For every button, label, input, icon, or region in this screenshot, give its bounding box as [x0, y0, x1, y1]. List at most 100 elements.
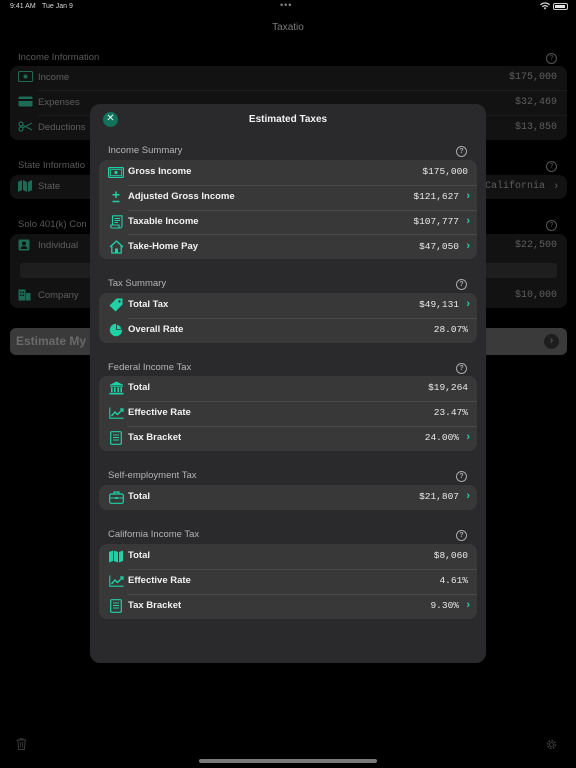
total-tax-label: Total Tax: [128, 299, 169, 310]
gross-income-label: Gross Income: [128, 166, 192, 177]
gross-income-row: Gross Income $175,000: [99, 160, 477, 185]
help-icon[interactable]: ?: [546, 161, 557, 172]
chevron-right-icon: ›: [466, 490, 470, 502]
california-tax-bracket-value: 9.30%: [430, 600, 459, 611]
federal-income-tax-title: Federal Income Tax: [108, 362, 192, 373]
california-income-tax-card: Total $8,060 Effective Rate 4.61% Tax Br…: [99, 544, 477, 619]
take-home-pay-label: Take-Home Pay: [128, 240, 199, 252]
building-icon: [18, 289, 33, 301]
trash-icon[interactable]: [16, 738, 27, 750]
federal-effective-rate-row: Effective Rate 23.47%: [99, 401, 477, 426]
trend-chart-icon: [108, 574, 124, 588]
federal-effective-rate-value: 23.47%: [433, 407, 468, 418]
pie-chart-icon: [108, 323, 124, 337]
chevron-right-icon: ›: [554, 180, 558, 192]
expenses-value: $32,469: [514, 97, 557, 108]
self-employment-total-label: Total: [128, 491, 150, 502]
plus-minus-icon: [108, 190, 124, 204]
taxable-income-row[interactable]: Taxable Income $107,777 ›: [99, 210, 477, 235]
scroll-icon: [108, 215, 124, 229]
expenses-label: Expenses: [38, 97, 80, 108]
gear-icon[interactable]: [545, 738, 558, 751]
deductions-label: Deductions: [38, 122, 86, 133]
income-information-title: Income Information: [18, 52, 100, 63]
person-icon: [18, 239, 33, 251]
individual-value: $22,500: [514, 240, 557, 251]
taxable-income-value: $107,777: [413, 216, 459, 227]
solo-401k-title: Solo 401(k) Con: [18, 219, 87, 230]
california-effective-rate-value: 4.61%: [439, 575, 468, 586]
chevron-right-icon: ›: [466, 190, 470, 202]
individual-label: Individual: [38, 240, 79, 251]
credit-card-icon: [18, 96, 33, 108]
overall-rate-value: 28.07%: [433, 324, 468, 335]
state-information-title: State Informatio: [18, 160, 86, 171]
adjusted-gross-income-row[interactable]: Adjusted Gross Income $121,627 ›: [99, 185, 477, 210]
tag-icon: [108, 298, 124, 312]
tax-summary-title: Tax Summary: [108, 278, 167, 289]
federal-tax-bracket-value: 24.00%: [424, 432, 459, 443]
adjusted-gross-income-value: $121,627: [413, 191, 459, 202]
help-icon[interactable]: ?: [456, 363, 467, 374]
federal-effective-rate-label: Effective Rate: [128, 407, 191, 418]
self-employment-total-row[interactable]: Total $21,807 ›: [99, 485, 477, 510]
sheet-title: Estimated Taxes: [248, 114, 328, 125]
take-home-pay-row[interactable]: Take-Home Pay $47,050 ›: [99, 235, 477, 260]
estimated-taxes-sheet: ✕ Estimated Taxes Income Summary ? Gross…: [90, 104, 486, 663]
document-list-icon: [108, 431, 124, 445]
federal-income-tax-card: Total $19,264 Effective Rate 23.47% Tax …: [99, 376, 477, 451]
california-tax-bracket-row[interactable]: Tax Bracket 9.30% ›: [99, 594, 477, 619]
chevron-right-icon: ›: [466, 215, 470, 227]
map-icon: [18, 180, 33, 192]
adjusted-gross-income-label: Adjusted Gross Income: [128, 191, 235, 202]
total-tax-row[interactable]: Total Tax $49,131 ›: [99, 293, 477, 318]
banknote-icon: [108, 165, 124, 179]
nav-title: Taxatio: [272, 22, 304, 33]
total-tax-value: $49,131: [419, 299, 459, 310]
chevron-right-icon: ›: [466, 239, 470, 252]
tax-summary-card: Total Tax $49,131 › Overall Rate 28.07%: [99, 293, 477, 343]
federal-total-label: Total: [128, 382, 150, 393]
state-label: State: [38, 181, 61, 192]
home-indicator[interactable]: [199, 759, 377, 763]
help-icon[interactable]: ?: [546, 53, 557, 64]
deductions-value: $13,850: [514, 122, 557, 133]
chevron-right-icon: ›: [544, 334, 559, 349]
help-icon[interactable]: ?: [456, 530, 467, 541]
california-effective-rate-label: Effective Rate: [128, 575, 191, 586]
help-icon[interactable]: ?: [456, 146, 467, 157]
federal-tax-bracket-label: Tax Bracket: [128, 432, 182, 443]
overall-rate-row: Overall Rate 28.07%: [99, 318, 477, 343]
self-employment-total-value: $21,807: [419, 491, 459, 502]
chevron-right-icon: ›: [466, 599, 470, 611]
briefcase-icon: [108, 490, 124, 504]
california-tax-bracket-label: Tax Bracket: [128, 600, 182, 611]
taxable-income-label: Taxable Income: [128, 216, 199, 227]
state-value: California: [484, 181, 545, 192]
federal-tax-bracket-row[interactable]: Tax Bracket 24.00% ›: [99, 426, 477, 451]
trend-chart-icon: [108, 406, 124, 420]
chevron-right-icon: ›: [466, 431, 470, 443]
take-home-pay-value: $47,050: [419, 240, 459, 252]
gross-income-value: $175,000: [422, 166, 468, 177]
california-total-label: Total: [128, 550, 150, 561]
house-icon: [108, 239, 124, 254]
help-icon[interactable]: ?: [456, 471, 467, 482]
california-total-row: Total $8,060: [99, 544, 477, 569]
income-value: $175,000: [508, 72, 557, 83]
california-total-value: $8,060: [433, 550, 468, 561]
help-icon[interactable]: ?: [546, 220, 557, 231]
income-label: Income: [38, 72, 70, 83]
company-label: Company: [38, 290, 79, 301]
company-value: $10,000: [514, 290, 557, 301]
income-row[interactable]: Income $175,000: [10, 66, 567, 90]
income-summary-title: Income Summary: [108, 145, 183, 156]
bank-building-icon: [108, 381, 124, 395]
banknote-icon: [18, 71, 33, 83]
self-employment-tax-title: Self-employment Tax: [108, 470, 197, 481]
chevron-right-icon: ›: [466, 298, 470, 310]
scissors-icon: [18, 121, 33, 133]
federal-total-value: $19,264: [428, 382, 468, 393]
map-icon: [108, 549, 124, 563]
help-icon[interactable]: ?: [456, 279, 467, 290]
